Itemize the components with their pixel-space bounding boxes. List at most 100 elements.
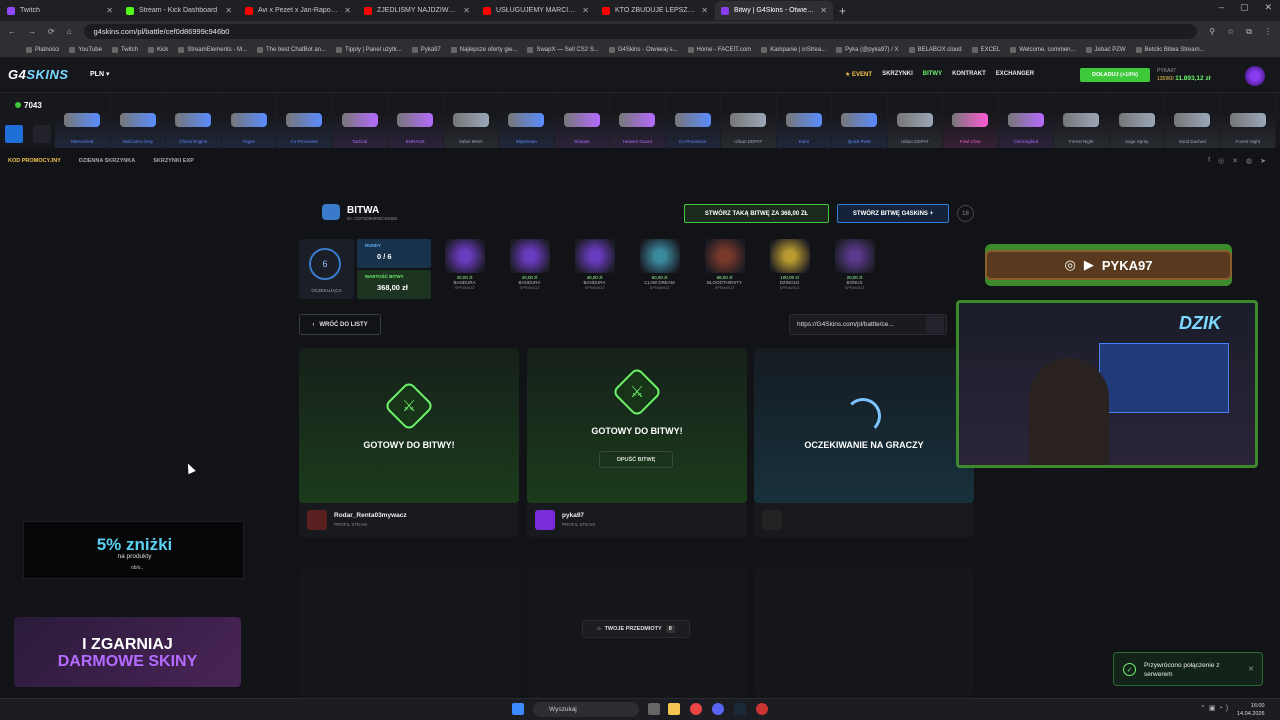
drop-item[interactable]: Forest Night: [1220, 93, 1276, 148]
drop-item[interactable]: Tactical: [332, 93, 388, 148]
nav-contracts[interactable]: KONTRAKT: [952, 71, 986, 78]
topup-button[interactable]: DOŁADUJ (+10%): [1080, 68, 1150, 82]
close-tab-icon[interactable]: ✕: [701, 6, 708, 15]
battle-case[interactable]: 100,00 zł DZINOLD SPRAWDŹ: [761, 239, 818, 297]
taskbar-search[interactable]: Wyszukaj: [533, 702, 639, 717]
drop-item[interactable]: Co-Processor: [277, 93, 333, 148]
drop-item[interactable]: Sage Spray: [1109, 93, 1165, 148]
drop-item[interactable]: Slipstream: [499, 93, 555, 148]
case-check-link[interactable]: SPRAWDŹ: [715, 285, 735, 290]
drop-item[interactable]: Sand Dashed: [1165, 93, 1221, 148]
case-check-link[interactable]: SPRAWDŹ: [520, 285, 540, 290]
player-name[interactable]: Rodar_Renta03mywacz: [334, 512, 407, 519]
drop-item[interactable]: Trigon: [221, 93, 277, 148]
new-tab-button[interactable]: +: [839, 4, 846, 18]
promo-code-link[interactable]: KOD PROMOCYJNY: [8, 158, 61, 164]
crown-filter-button[interactable]: [33, 125, 51, 143]
bookmark-item[interactable]: SwapX — Sell CS2 S...: [527, 46, 599, 53]
taskbar-clock[interactable]: 16:00 14.04.2026: [1237, 702, 1265, 718]
telegram-icon[interactable]: ➤: [1260, 157, 1266, 165]
drop-item[interactable]: Urban DDPAT: [721, 93, 777, 148]
leave-battle-button[interactable]: OPUŚĆ BITWĘ: [599, 451, 673, 468]
battle-case[interactable]: 68,00 zł BLOODTHIRSTY SPRAWDŹ: [696, 239, 753, 297]
extensions-icon[interactable]: ⧉: [1246, 27, 1252, 37]
battle-case[interactable]: 40,00 zł BANDURA SPRAWDŹ: [501, 239, 558, 297]
steam-profile-link[interactable]: PROFIL STEAM: [562, 522, 595, 527]
bookmark-item[interactable]: YouTube: [69, 46, 102, 53]
battle-case[interactable]: 40,00 zł BANDURA SPRAWDŹ: [436, 239, 493, 297]
browser-tab[interactable]: ZJEDLIŚMY NAJDZIWNIEJSZA ✕: [358, 1, 476, 20]
bookmark-item[interactable]: BELABOX cloud: [908, 46, 962, 53]
close-tab-icon[interactable]: ✕: [463, 6, 470, 15]
facebook-icon[interactable]: f: [1208, 157, 1210, 165]
bookmark-star-icon[interactable]: ☆: [1227, 27, 1234, 36]
close-tab-icon[interactable]: ✕: [582, 6, 589, 15]
case-check-link[interactable]: SPRAWDŹ: [650, 285, 670, 290]
bookmark-item[interactable]: Kick: [147, 46, 168, 53]
close-icon[interactable]: ✕: [1264, 2, 1272, 13]
drop-item[interactable]: Heaven Guard: [610, 93, 666, 148]
nav-exchanger[interactable]: EXCHANGER: [996, 71, 1034, 78]
browser-tab[interactable]: Avi x Pezet x Jan-Rapowanie ✕: [239, 1, 357, 20]
bookmark-item[interactable]: Twitch: [111, 46, 138, 53]
bookmark-item[interactable]: G4Skins - Otwieraj s...: [608, 46, 678, 53]
browser-tab[interactable]: USŁUGUJEMY MARCINOWI NA ✕: [477, 1, 595, 20]
nav-event[interactable]: ★ EVENT: [845, 71, 872, 78]
bookmark-item[interactable]: Welcome, commen...: [1010, 46, 1076, 53]
case-check-link[interactable]: SPRAWDŹ: [585, 285, 605, 290]
battle-case[interactable]: 60,00 zł CLAW DREAM SPRAWDŹ: [631, 239, 688, 297]
bookmark-item[interactable]: Betclic Bitwa Stream...: [1135, 46, 1205, 53]
drop-item[interactable]: Fowl Clow: [943, 93, 999, 148]
grid-view-button[interactable]: [5, 125, 23, 143]
url-input[interactable]: g4skins.com/pl/battle/cef0d86999c946b0: [83, 24, 1198, 39]
instagram-icon[interactable]: ◎: [1218, 157, 1224, 165]
back-icon[interactable]: ←: [8, 27, 16, 36]
drop-item[interactable]: Memorized: [55, 93, 111, 148]
my-items-button[interactable]: ⌂ TWOJE PRZEDMIOTY 0: [582, 620, 690, 638]
browser-tab[interactable]: Bitwy | G4Skins - Otwieraj skrz ✕: [715, 1, 833, 20]
browser-tab[interactable]: KTO ZBUDUJE LEPSZĄ RZECZ ✕: [596, 1, 714, 20]
bookmark-item[interactable]: Najlepsze oferty gie...: [450, 46, 517, 53]
start-icon[interactable]: [512, 703, 524, 715]
drop-item[interactable]: ENRAGE: [388, 93, 444, 148]
create-g4-battle-button[interactable]: STWÓRZ BITWĘ G4SKINS +: [837, 204, 949, 223]
close-tab-icon[interactable]: ✕: [225, 6, 232, 15]
reload-icon[interactable]: ⟳: [48, 27, 55, 36]
case-check-link[interactable]: SPRAWDŹ: [455, 285, 475, 290]
drop-item[interactable]: VariCamo Grey: [110, 93, 166, 148]
bookmark-item[interactable]: EXCEL: [971, 46, 1000, 53]
copy-link-button[interactable]: [926, 316, 944, 333]
bookmark-item[interactable]: Pyka97: [411, 46, 441, 53]
forward-icon[interactable]: →: [28, 27, 36, 36]
battle-case[interactable]: 20,00 zł BONUS SPRAWDŹ: [826, 239, 883, 297]
drop-item[interactable]: Check Engine: [166, 93, 222, 148]
bookmark-item[interactable]: Jebać PZW: [1085, 46, 1126, 53]
currency-select[interactable]: PLN ▾: [90, 70, 109, 78]
menu-icon[interactable]: ⋮: [1264, 27, 1272, 36]
back-to-list-button[interactable]: ‹ WRÓĆ DO LISTY: [299, 314, 381, 335]
player-name[interactable]: pyka97: [562, 512, 584, 519]
steam-icon[interactable]: [734, 703, 746, 715]
case-check-link[interactable]: SPRAWDŹ: [845, 285, 865, 290]
x-icon[interactable]: ✕: [1232, 157, 1238, 165]
close-toast-icon[interactable]: ✕: [1248, 665, 1254, 673]
drop-item[interactable]: Urban DDPAT: [887, 93, 943, 148]
steam-profile-link[interactable]: PROFIL STEAM: [334, 522, 367, 527]
site-logo[interactable]: G4SKINS: [8, 67, 69, 82]
maximize-icon[interactable]: ▢: [1240, 2, 1249, 13]
drop-item[interactable]: Co-Processor: [665, 93, 721, 148]
chrome-icon[interactable]: [690, 703, 702, 715]
drop-item[interactable]: Kami: [776, 93, 832, 148]
minimize-icon[interactable]: –: [1219, 2, 1224, 13]
close-tab-icon[interactable]: ✕: [820, 6, 827, 15]
daily-case-link[interactable]: DZIENNA SKRZYNKA: [79, 158, 135, 164]
system-tray[interactable]: ⌃▣◔): [1200, 704, 1231, 712]
close-tab-icon[interactable]: ✕: [344, 6, 351, 15]
battle-link-field[interactable]: https://G4Skins.com/pl/battle/ce...: [789, 314, 947, 335]
drop-item[interactable]: Forest Night: [1054, 93, 1110, 148]
discord-icon[interactable]: [712, 703, 724, 715]
bookmark-item[interactable]: Kampanie | inStrea...: [761, 46, 826, 53]
case-check-link[interactable]: SPRAWDŹ: [780, 285, 800, 290]
user-balance[interactable]: PYKA97 135960 11.893,12 zł: [1157, 67, 1211, 83]
home-icon[interactable]: ⌂: [67, 27, 72, 36]
